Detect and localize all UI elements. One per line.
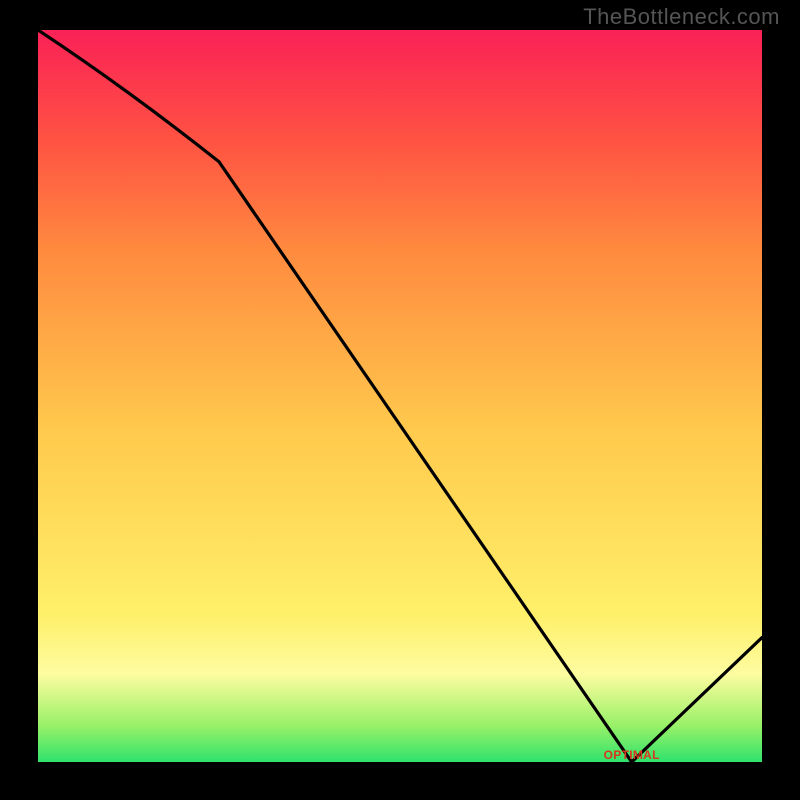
- chart-stage: TheBottleneck.com OPTIMAL: [0, 0, 800, 800]
- gradient-bg: [38, 30, 762, 762]
- optimal-label: OPTIMAL: [604, 748, 660, 762]
- watermark: TheBottleneck.com: [583, 4, 780, 30]
- chart-svg: [38, 30, 762, 762]
- plot-area: [38, 30, 762, 762]
